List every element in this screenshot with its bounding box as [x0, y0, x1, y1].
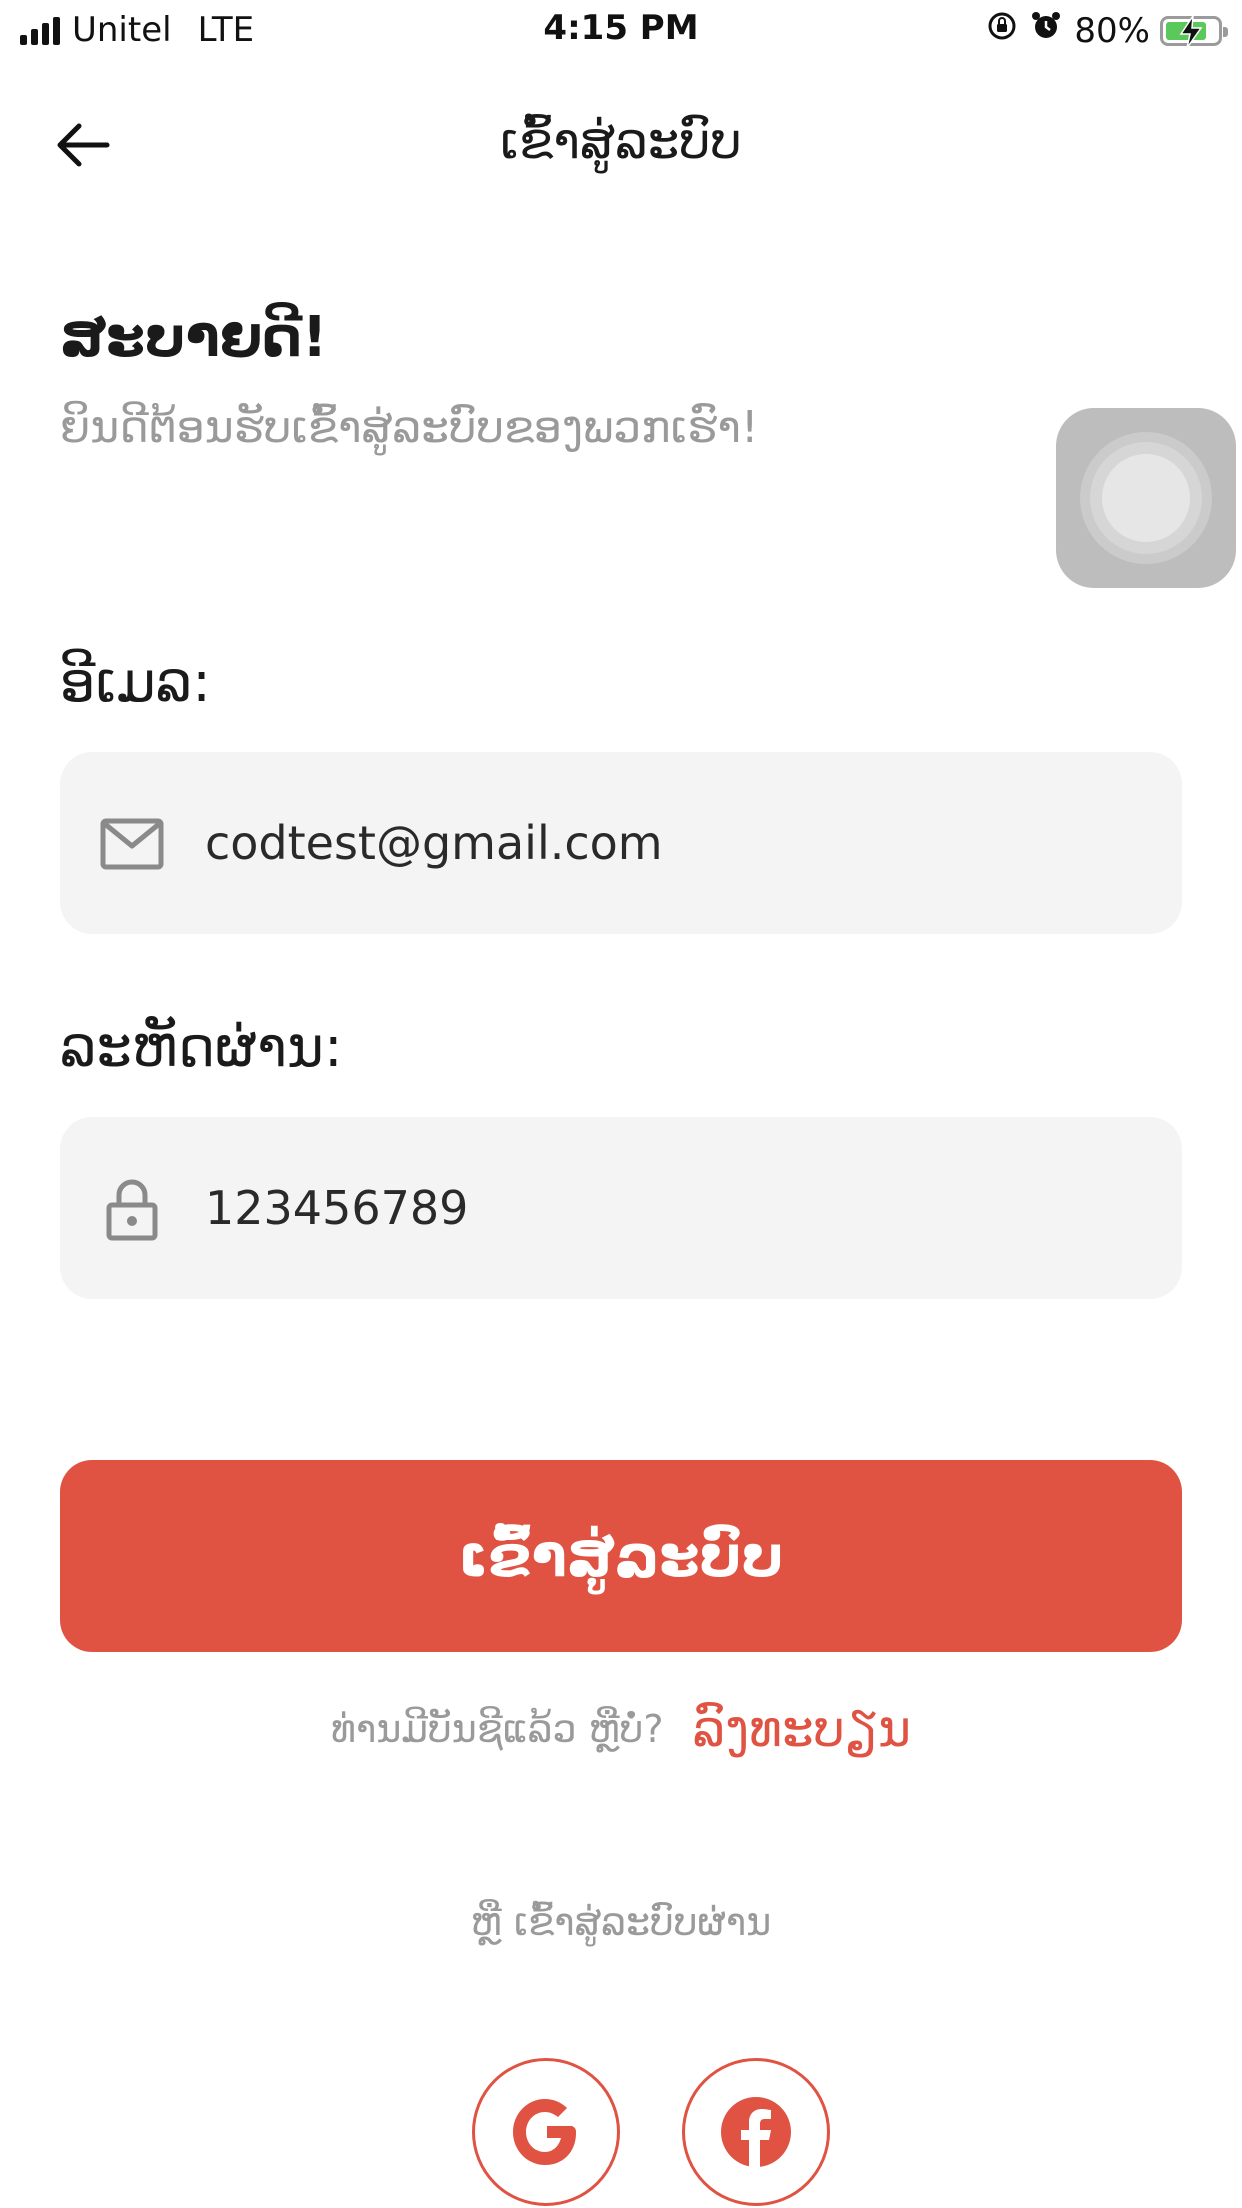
greeting-subtitle: ຍິນດີຕ້ອນຮັບເຂົ້າສູ່ລະບົບຂອງພວກເຮົາ! — [60, 402, 759, 453]
greeting-title: ສະບາຍດີ! — [60, 305, 328, 370]
assistive-ring-inner — [1102, 454, 1190, 542]
lock-icon — [100, 1177, 164, 1241]
assistive-touch-button[interactable] — [1056, 408, 1236, 588]
page-title: ເຂົ້າສູ່ລະບົບ — [500, 112, 742, 170]
login-button[interactable]: ເຂົ້າສູ່ລະບົບ — [60, 1460, 1182, 1652]
facebook-icon — [721, 2097, 791, 2168]
password-field[interactable]: 123456789 — [60, 1117, 1182, 1299]
mail-icon — [100, 812, 164, 876]
social-login-caption: ຫຼື ເຂົ້າສູ່ລະບົບຜ່ານ — [470, 1900, 772, 1944]
password-label: ລະຫັດຜ່ານ: — [60, 1015, 343, 1080]
battery-percent: 80% — [1074, 10, 1150, 51]
facebook-login-button[interactable] — [682, 2058, 830, 2206]
email-label: ອີເມລ: — [60, 650, 211, 715]
orientation-lock-icon — [986, 10, 1018, 51]
google-login-button[interactable] — [472, 2058, 620, 2206]
charging-bolt-icon — [1179, 15, 1203, 48]
register-link[interactable]: ລົງທະບຽນ — [693, 1700, 911, 1758]
google-icon — [513, 2099, 576, 2165]
status-bar: Unitel LTE 4:15 PM 80% — [0, 0, 1242, 62]
login-screen: Unitel LTE 4:15 PM 80% ເຂົ້າສູ່ລະບົບ ສະບ… — [0, 0, 1242, 2208]
register-row: ທ່ານມີບັນຊີແລ້ວ ຫຼືບໍ່? ລົງທະບຽນ — [0, 1700, 1242, 1758]
status-right: 80% — [986, 10, 1228, 51]
register-question: ທ່ານມີບັນຊີແລ້ວ ຫຼືບໍ່? — [330, 1707, 664, 1751]
alarm-icon — [1030, 10, 1062, 51]
password-value: 123456789 — [205, 1181, 469, 1235]
battery-tip — [1223, 26, 1228, 37]
email-value: codtest@gmail.com — [205, 816, 663, 870]
email-field[interactable]: codtest@gmail.com — [60, 752, 1182, 934]
battery-icon — [1160, 15, 1228, 48]
